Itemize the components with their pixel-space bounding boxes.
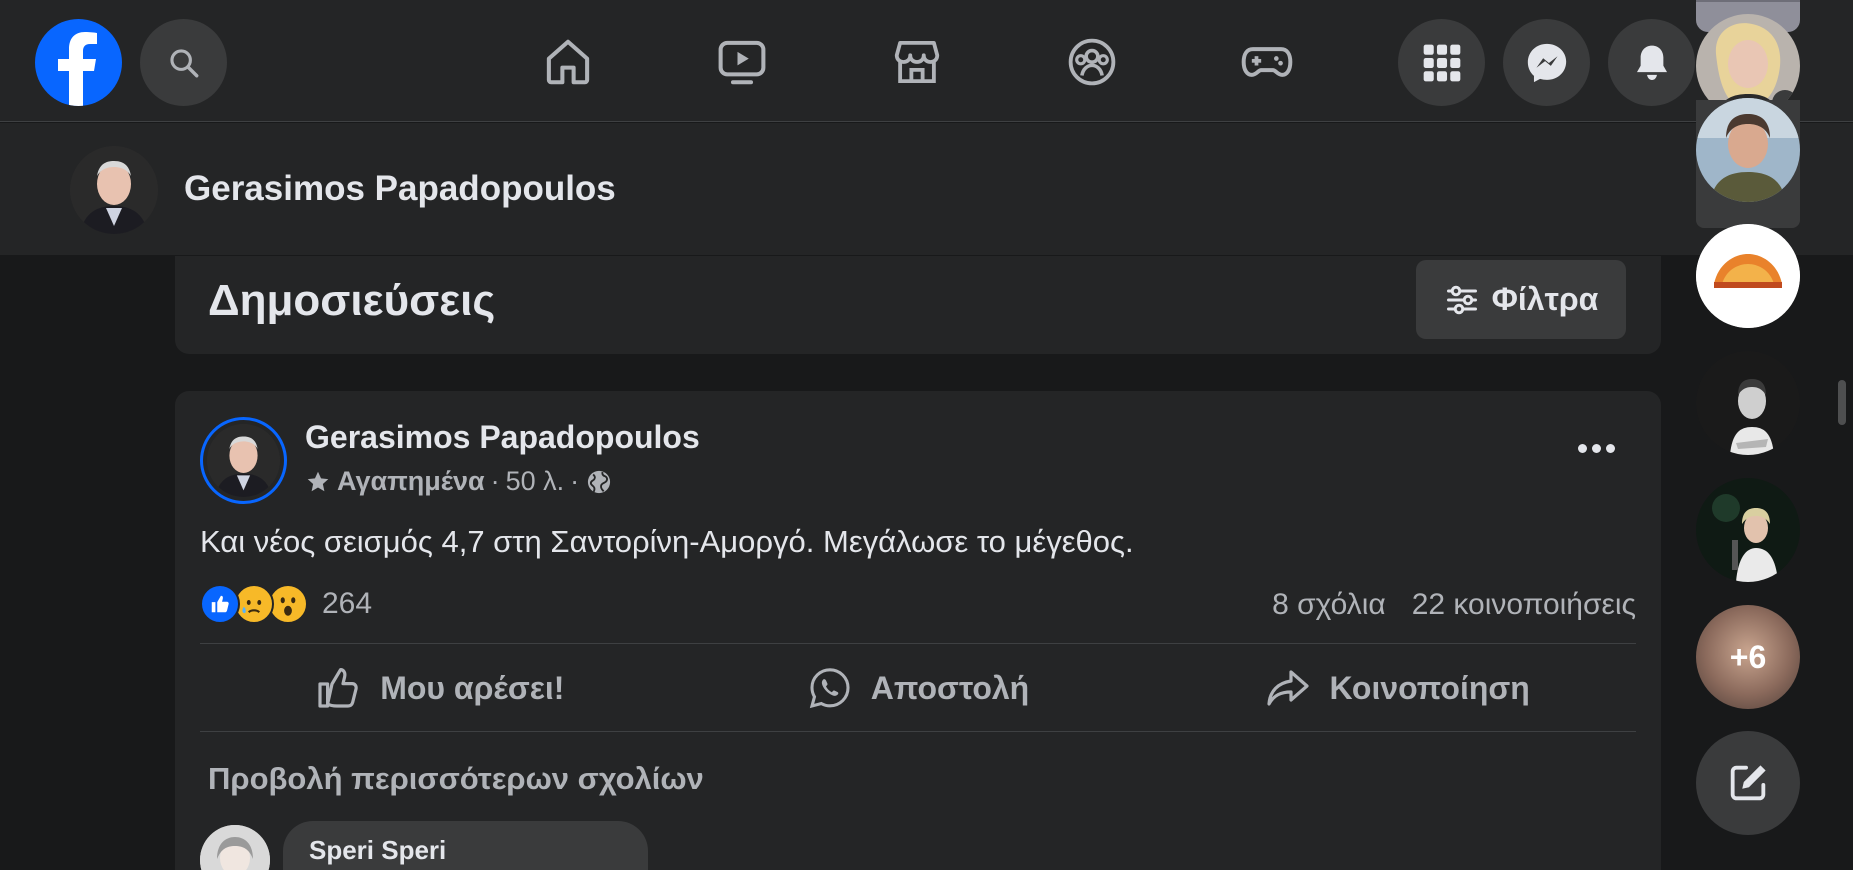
post-more-button[interactable] (1571, 433, 1621, 463)
audience-label[interactable]: Αγαπημένα (337, 466, 485, 497)
contact-avatar-3[interactable] (1696, 224, 1800, 328)
filters-label: Φίλτρα (1491, 281, 1599, 317)
thumbs-up-icon (211, 595, 229, 613)
facebook-f-icon (58, 32, 97, 106)
comment-author-name[interactable]: Speri Speri (309, 835, 446, 866)
share-label: Κοινοποίηση (1329, 669, 1530, 706)
contact-avatar-5[interactable] (1696, 478, 1800, 582)
nav-home[interactable] (532, 26, 604, 98)
posts-header-card: Δημοσιεύσεις Φίλτρα (175, 256, 1661, 354)
marketplace-icon (894, 40, 940, 84)
messenger-button[interactable] (1503, 19, 1590, 106)
send-label: Αποστολή (870, 669, 1030, 706)
more-contacts-count: +6 (1729, 638, 1767, 675)
post-author-photo (207, 424, 280, 497)
home-icon (546, 39, 590, 85)
filter-icon (1446, 285, 1477, 314)
meta-separator: · (570, 466, 580, 496)
post-stats: 8 σχόλια 22 κοινοποιήσεις (1272, 588, 1636, 622)
nav-groups[interactable] (1056, 26, 1128, 98)
profile-header: Gerasimos Papadopoulos (0, 123, 1853, 255)
like-label: Μου αρέσει! (380, 669, 565, 706)
contact-logo-photo (1696, 224, 1800, 328)
contact-photo (1696, 478, 1800, 582)
comments-count-link[interactable]: 8 σχόλια (1272, 588, 1386, 622)
contact-avatar-2[interactable] (1696, 98, 1800, 202)
reactions-summary[interactable]: 264 (200, 584, 372, 624)
post-text: Και νέος σεισμός 4,7 στη Σαντορίνη-Αμοργ… (200, 524, 1134, 559)
wow-face-icon (271, 587, 305, 621)
top-navigation-bar (0, 0, 1853, 122)
post-author-avatar[interactable] (200, 417, 287, 504)
shares-count-link[interactable]: 22 κοινοποιήσεις (1412, 588, 1636, 622)
whatsapp-icon (809, 668, 850, 709)
share-icon (1266, 670, 1309, 706)
more-icon-dot (1605, 443, 1615, 453)
wow-reaction-icon (268, 584, 308, 624)
post-actions-bar: Μου αρέσει! Αποστολή Κοινοποίηση (200, 643, 1636, 733)
notifications-button[interactable] (1608, 19, 1695, 106)
more-contacts-badge[interactable]: +6 (1696, 605, 1800, 709)
like-reaction-icon (200, 584, 240, 624)
gaming-icon (1241, 47, 1293, 77)
view-more-comments-link[interactable]: Προβολή περισσότερων σχολίων (208, 761, 704, 797)
search-button[interactable] (140, 19, 227, 106)
nav-video[interactable] (706, 26, 778, 98)
like-button[interactable]: Μου αρέσει! (200, 643, 679, 733)
contact-avatar-4[interactable] (1696, 351, 1800, 455)
nav-gaming[interactable] (1231, 26, 1303, 98)
post-card: Gerasimos Papadopoulos Αγαπημένα · 50 λ.… (175, 391, 1661, 870)
menu-button[interactable] (1398, 19, 1485, 106)
sad-reaction-icon (234, 584, 274, 624)
more-icon-dot (1577, 443, 1587, 453)
person-photo (70, 146, 158, 234)
share-button[interactable]: Κοινοποίηση (1157, 643, 1636, 733)
person-photo (207, 424, 280, 497)
meta-separator: · (490, 466, 500, 496)
person-photo (200, 825, 270, 870)
bell-icon (1636, 45, 1667, 80)
sad-face-icon (237, 587, 271, 621)
facebook-logo[interactable] (35, 19, 122, 106)
profile-avatar[interactable] (70, 146, 158, 234)
post-author-name[interactable]: Gerasimos Papadopoulos (305, 419, 700, 456)
globe-icon (588, 470, 611, 493)
menu-grid-icon (1423, 44, 1460, 81)
groups-icon (1068, 38, 1116, 86)
profile-name[interactable]: Gerasimos Papadopoulos (184, 169, 616, 209)
new-message-button[interactable] (1696, 731, 1800, 835)
scrollbar[interactable] (1838, 380, 1846, 425)
contact-photo (1696, 351, 1800, 455)
like-icon (318, 668, 358, 708)
post-time[interactable]: 50 λ. (506, 466, 565, 497)
compose-icon (1730, 765, 1766, 801)
reaction-count: 264 (322, 587, 373, 620)
contact-photo (1696, 98, 1800, 202)
posts-section-title: Δημοσιεύσεις (208, 276, 496, 325)
post-meta: Αγαπημένα · 50 λ. · (305, 466, 613, 497)
more-icon-dot (1591, 443, 1601, 453)
comment-bubble: Speri Speri (283, 821, 648, 870)
filters-button[interactable]: Φίλτρα (1416, 260, 1626, 339)
divider (200, 731, 1636, 732)
messenger-icon (1527, 43, 1566, 82)
search-icon (169, 48, 198, 77)
comment-author-avatar[interactable] (200, 825, 270, 870)
video-icon (718, 40, 766, 85)
nav-marketplace[interactable] (881, 26, 953, 98)
star-icon (307, 471, 329, 491)
send-button[interactable]: Αποστολή (679, 643, 1158, 733)
